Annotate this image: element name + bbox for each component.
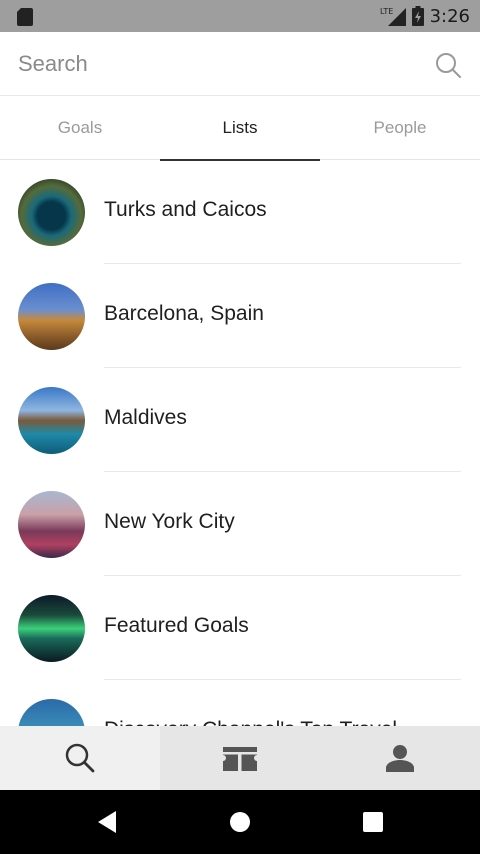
- search-icon: [65, 743, 95, 773]
- list-item[interactable]: Maldives: [0, 368, 480, 472]
- tickets-icon: [223, 747, 257, 771]
- recents-icon[interactable]: [363, 810, 383, 834]
- person-icon: [386, 745, 414, 772]
- list-item[interactable]: Discovery Channel's Top Travel: [0, 680, 480, 726]
- clock: 3:26: [429, 5, 470, 27]
- list-thumbnail: [18, 699, 85, 726]
- home-icon[interactable]: [229, 810, 251, 834]
- list-thumbnail: [18, 387, 85, 454]
- list-item-label: New York City: [104, 510, 235, 533]
- sd-card-icon: [17, 8, 33, 26]
- list-item-label: Featured Goals: [104, 614, 249, 637]
- lists-list: Turks and Caicos Barcelona, Spain Maldiv…: [0, 160, 480, 726]
- list-item-label: Barcelona, Spain: [104, 302, 264, 325]
- tab-lists[interactable]: Lists: [160, 96, 320, 161]
- list-thumbnail: [18, 179, 85, 246]
- tab-bar: Goals Lists People: [0, 96, 480, 161]
- nav-profile[interactable]: [320, 726, 480, 790]
- list-item-label: Maldives: [104, 406, 187, 429]
- tab-people[interactable]: People: [320, 96, 480, 160]
- nav-tickets[interactable]: [160, 726, 320, 790]
- search-bar: [0, 32, 480, 96]
- lte-label: LTE: [380, 7, 393, 16]
- list-item-label: Turks and Caicos: [104, 198, 267, 221]
- search-icon[interactable]: [434, 51, 462, 79]
- nav-search[interactable]: [0, 726, 160, 790]
- status-bar: LTE 3:26: [0, 0, 480, 32]
- list-item[interactable]: Featured Goals: [0, 576, 480, 680]
- list-item[interactable]: New York City: [0, 472, 480, 576]
- list-thumbnail: [18, 283, 85, 350]
- bottom-nav: [0, 726, 480, 790]
- battery-charging-icon: [411, 6, 424, 26]
- list-item[interactable]: Barcelona, Spain: [0, 264, 480, 368]
- list-thumbnail: [18, 491, 85, 558]
- system-nav-bar: [0, 790, 480, 854]
- search-input[interactable]: [18, 46, 418, 82]
- list-thumbnail: [18, 595, 85, 662]
- back-icon[interactable]: [96, 810, 118, 834]
- list-item[interactable]: Turks and Caicos: [0, 160, 480, 264]
- list-item-label: Discovery Channel's Top Travel: [104, 718, 397, 726]
- lte-signal-icon: LTE: [380, 7, 406, 26]
- tab-goals[interactable]: Goals: [0, 96, 160, 160]
